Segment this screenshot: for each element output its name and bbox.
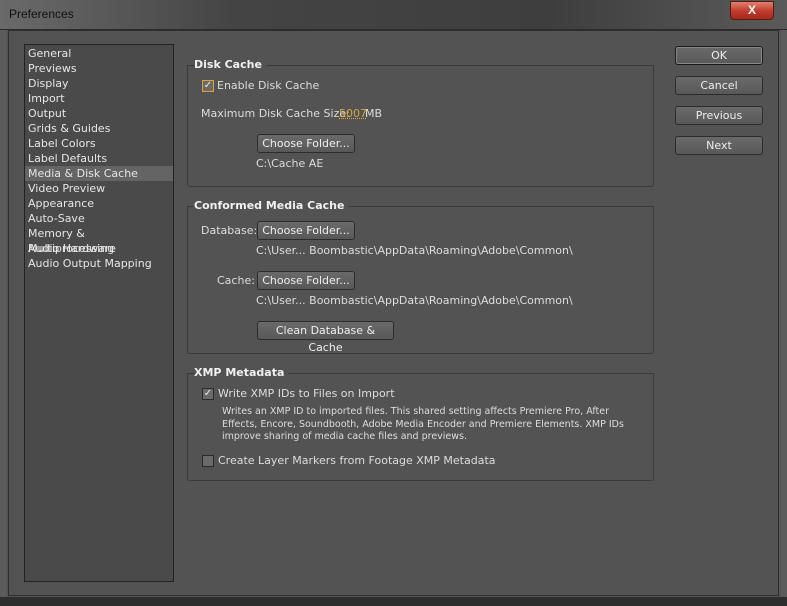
sidebar-item-import[interactable]: Import [25,91,173,106]
sidebar-item-display[interactable]: Display [25,76,173,91]
close-button[interactable]: X [730,1,774,20]
sidebar-item-output[interactable]: Output [25,106,173,121]
sidebar-item-label-defaults[interactable]: Label Defaults [25,151,173,166]
cache-path: C:\User... Boombastic\AppData\Roaming\Ad… [256,294,573,307]
enable-disk-cache-checkbox[interactable]: ✓ [202,80,214,92]
sidebar-item-memory-multiprocessing[interactable]: Memory & Multiprocessing [25,226,173,255]
write-xmp-label: Write XMP IDs to Files on Import [218,387,395,400]
max-size-label: Maximum Disk Cache Size: [201,107,350,120]
max-size-value[interactable]: 5007 [339,107,367,120]
background-strip [0,597,787,606]
max-size-unit: MB [365,107,383,120]
previous-button[interactable]: Previous [675,106,763,125]
sidebar-item-general[interactable]: General [25,46,173,61]
enable-disk-cache-label: Enable Disk Cache [217,79,320,92]
title-bar: Preferences X [0,0,787,30]
sidebar-item-audio-hardware[interactable]: Audio Hardware [25,241,173,256]
next-button[interactable]: Next [675,136,763,155]
database-path: C:\User... Boombastic\AppData\Roaming\Ad… [256,244,573,257]
sidebar-item-previews[interactable]: Previews [25,61,173,76]
sidebar-item-auto-save[interactable]: Auto-Save [25,211,173,226]
disk-cache-choose-folder-button[interactable]: Choose Folder... [257,134,355,153]
sidebar-item-audio-output-mapping[interactable]: Audio Output Mapping [25,256,173,271]
database-choose-folder-button[interactable]: Choose Folder... [257,221,355,240]
sidebar-item-media-disk-cache[interactable]: Media & Disk Cache [25,166,173,181]
layer-markers-checkbox[interactable] [202,455,214,467]
ok-button[interactable]: OK [675,46,763,65]
database-label: Database: [201,224,258,237]
clean-database-cache-button[interactable]: Clean Database & Cache [257,321,394,354]
cancel-button[interactable]: Cancel [675,76,763,95]
disk-cache-title: Disk Cache [194,58,266,71]
xmp-title: XMP Metadata [194,366,289,379]
layer-markers-label: Create Layer Markers from Footage XMP Me… [218,454,496,467]
sidebar-item-label-colors[interactable]: Label Colors [25,136,173,151]
write-xmp-checkbox[interactable]: ✓ [202,388,214,400]
cache-choose-folder-button[interactable]: Choose Folder... [257,271,355,290]
conformed-title: Conformed Media Cache [194,199,349,212]
window-title: Preferences [9,7,74,21]
category-list[interactable]: General Previews Display Import Output Grids … [24,44,174,582]
sidebar-item-appearance[interactable]: Appearance [25,196,173,211]
disk-cache-path: C:\Cache AE [256,157,324,170]
write-xmp-description: Writes an XMP ID to imported files. This… [222,406,624,442]
sidebar-item-grids-guides[interactable]: Grids & Guides [25,121,173,136]
cache-label: Cache: [217,274,255,287]
sidebar-item-video-preview[interactable]: Video Preview [25,181,173,196]
